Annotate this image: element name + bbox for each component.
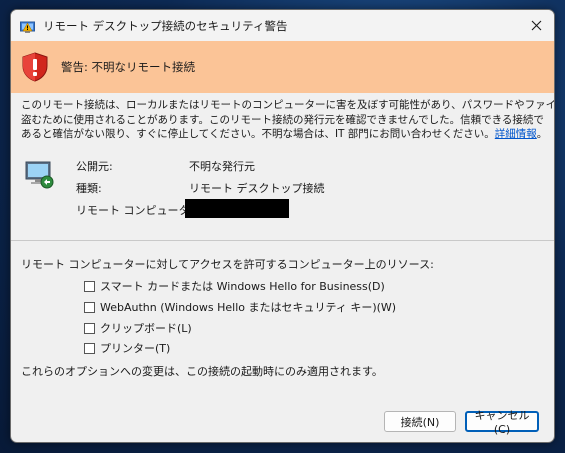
- type-label: 種類:: [76, 182, 102, 195]
- cancel-button[interactable]: キャンセル(C): [465, 409, 539, 436]
- description-line: あると確信がない限り、すぐに停止してください。不明な場合は、IT 部門にお問い合…: [21, 128, 548, 140]
- warning-text: 警告: 不明なリモート接続: [61, 60, 196, 74]
- printer-option[interactable]: プリンター(T): [84, 340, 170, 356]
- publisher-value: 不明な発行元: [189, 160, 255, 173]
- option-label: プリンター(T): [100, 342, 171, 355]
- checkbox[interactable]: [84, 280, 95, 292]
- warning-banner: 警告: 不明なリモート接続: [11, 41, 554, 93]
- window-title: リモート デスクトップ接続のセキュリティ警告: [43, 19, 288, 33]
- option-label: スマート カードまたは Windows Hello for Business(D…: [100, 280, 385, 293]
- option-label: WebAuthn (Windows Hello またはセキュリティ キー)(W): [100, 301, 397, 314]
- resources-heading: リモート コンピューターに対してアクセスを許可するコンピューター上のリソース:: [21, 258, 434, 271]
- publisher-label: 公開元:: [76, 160, 113, 173]
- checkbox[interactable]: [84, 322, 95, 334]
- description-line: 盗むために使用されることがあります。このリモート接続の発行元を確認できませんでし…: [21, 113, 544, 126]
- connect-button[interactable]: 接続(N): [384, 411, 456, 432]
- options-note: これらのオプションへの変更は、この接続の起動時にのみ適用されます。: [21, 365, 383, 378]
- description-line: このリモート接続は、ローカルまたはリモートのコンピューターに害を及ぼす可能性があ…: [21, 99, 555, 111]
- close-button[interactable]: [518, 10, 554, 41]
- remote-computer-icon: [24, 160, 54, 190]
- description: このリモート接続は、ローカルまたはリモートのコンピューターに害を及ぼす可能性があ…: [21, 98, 555, 142]
- type-value: リモート デスクトップ接続: [189, 182, 325, 195]
- checkbox[interactable]: [84, 301, 95, 313]
- title-bar[interactable]: リモート デスクトップ接続のセキュリティ警告: [11, 10, 554, 41]
- rdp-warning-icon: [20, 19, 35, 33]
- close-icon: [531, 20, 541, 31]
- smartcard-option[interactable]: スマート カードまたは Windows Hello for Business(D…: [84, 278, 385, 294]
- remote-computer-value-redacted: [185, 199, 289, 218]
- shield-warning-icon: [21, 52, 49, 82]
- separator: [11, 240, 554, 241]
- checkbox[interactable]: [84, 342, 95, 354]
- security-warning-dialog: リモート デスクトップ接続のセキュリティ警告 警告: 不明なリモート接続 このリ…: [10, 9, 555, 443]
- webauthn-option[interactable]: WebAuthn (Windows Hello またはセキュリティ キー)(W): [84, 299, 396, 315]
- option-label: クリップボード(L): [100, 322, 192, 335]
- clipboard-option[interactable]: クリップボード(L): [84, 320, 192, 336]
- details-link[interactable]: 詳細情報: [495, 128, 537, 140]
